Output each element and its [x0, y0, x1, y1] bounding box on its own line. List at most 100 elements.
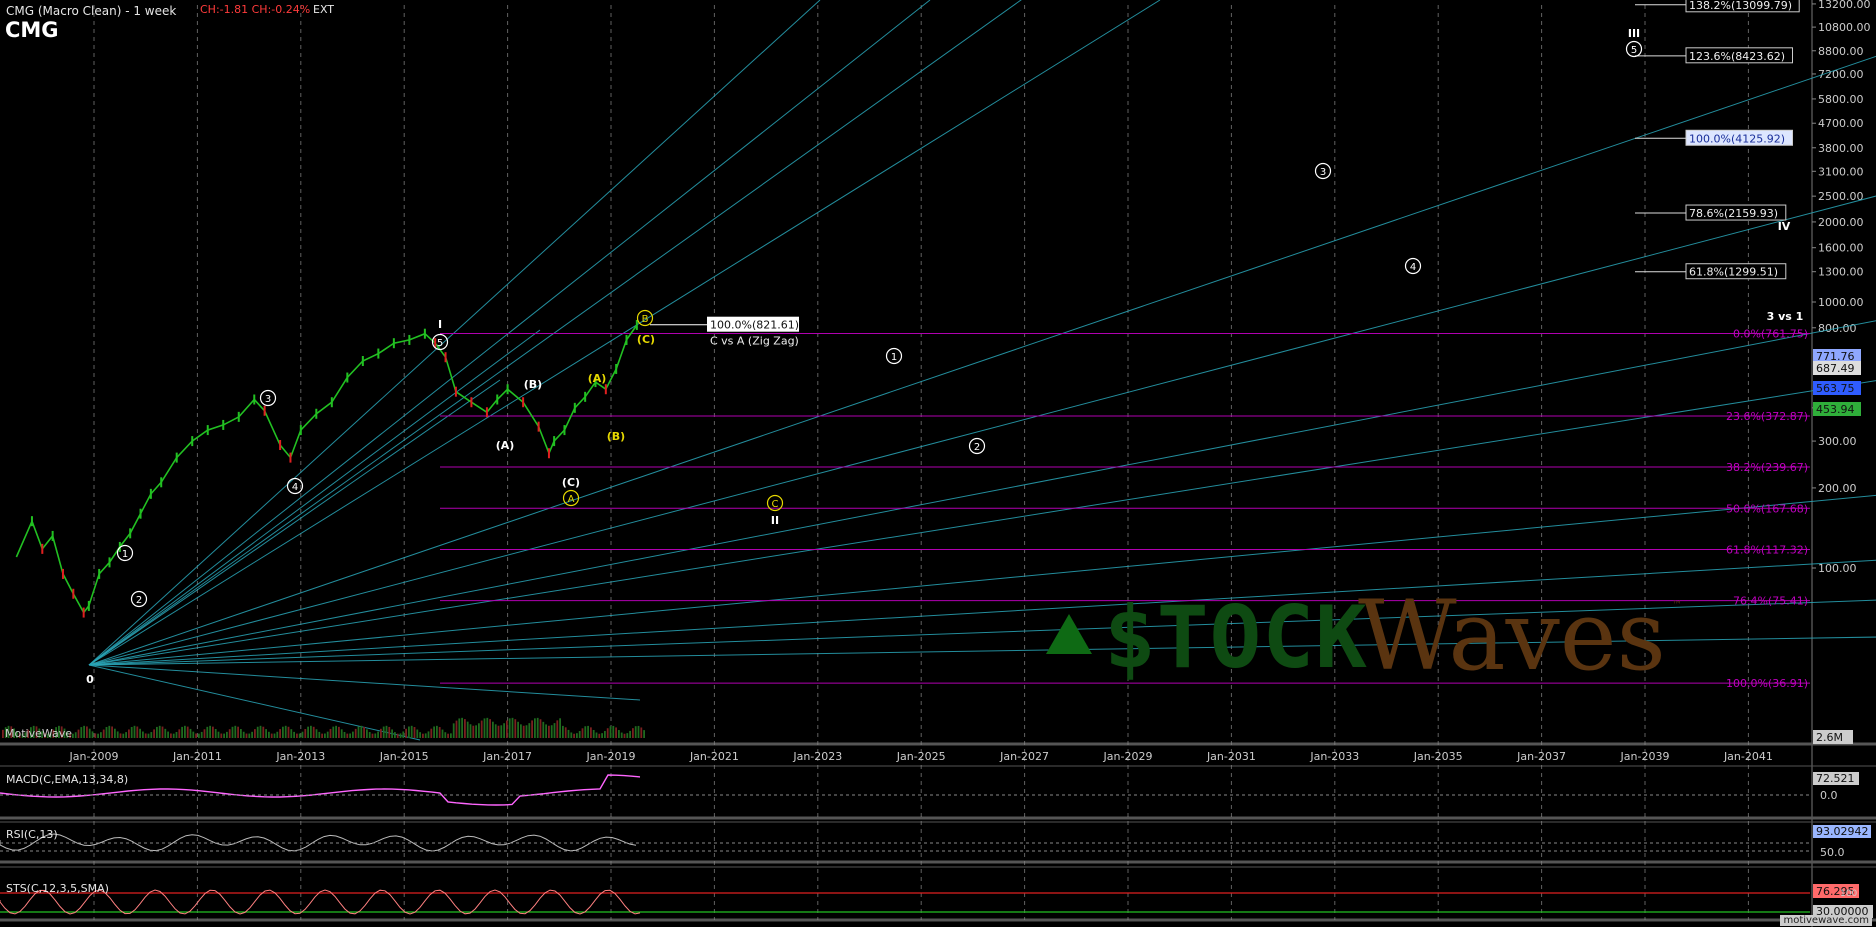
volume-bar: [486, 717, 489, 738]
target-label: 100.0%(821.61): [710, 319, 799, 332]
volume-bar: [632, 728, 634, 738]
volume-bar: [301, 731, 304, 738]
y-tick-label: 300.00: [1818, 435, 1857, 448]
y-tick-label: 200.00: [1818, 482, 1857, 495]
volume-bar: [102, 729, 105, 738]
sts-y-tick-100: 100: [1840, 889, 1857, 899]
fib-extension-label: 100.0%(4125.92): [1689, 132, 1785, 145]
wave-label: 0: [86, 673, 94, 686]
watermark-waves: Waves: [1358, 580, 1666, 692]
volume-bar: [142, 731, 144, 738]
x-tick-label: Jan-2033: [1309, 750, 1359, 763]
pattern-label: C vs A (Zig Zag): [710, 335, 799, 348]
y-tick-label: 5800.00: [1818, 93, 1864, 106]
volume-bar: [399, 733, 402, 738]
wave-label: 2: [974, 442, 980, 453]
volume-bar: [545, 724, 547, 738]
volume-bar: [475, 725, 477, 738]
volume-bar: [391, 729, 393, 738]
volume-bar: [601, 733, 603, 738]
volume-bar: [584, 726, 587, 738]
volume-bar: [643, 730, 645, 738]
volume-bar: [296, 733, 298, 738]
x-tick-label: Jan-2039: [1620, 750, 1670, 763]
volume-bar: [500, 725, 503, 738]
volume-bar: [97, 733, 99, 738]
volume-bar: [492, 721, 494, 738]
candle-mark: [537, 421, 540, 432]
volume-bar: [86, 726, 88, 738]
wave-label: 1: [891, 352, 897, 363]
candle-mark: [51, 530, 54, 541]
candle-mark: [30, 516, 33, 527]
volume-bar: [548, 725, 550, 738]
candle-mark: [222, 419, 225, 430]
macd-y-tick: 0.0: [1820, 789, 1838, 802]
volume-bar: [119, 733, 122, 738]
candle-mark: [237, 411, 240, 422]
candle-mark: [485, 407, 488, 418]
volume-bar: [254, 729, 256, 738]
macd-tag: 72.521: [1816, 772, 1855, 785]
volume-bar: [290, 729, 293, 738]
fib-retracement-label: 23.6%(372.87): [1726, 410, 1808, 423]
wave-label: 3: [1320, 167, 1326, 178]
candle-mark: [330, 397, 333, 408]
volume-bar: [256, 726, 259, 738]
volume-bar: [581, 728, 584, 738]
volume-bar: [371, 733, 374, 738]
ext-label[interactable]: EXT: [313, 3, 334, 16]
candle-mark: [563, 425, 566, 436]
volume-bar: [234, 725, 237, 738]
volume-bar: [133, 725, 136, 738]
volume-bar: [531, 720, 533, 738]
y-tick-label: 100.00: [1818, 562, 1857, 575]
volume-bar: [265, 729, 267, 738]
volume-bar: [413, 727, 416, 738]
volume-bar: [410, 725, 413, 738]
candle-mark: [496, 394, 499, 405]
volume-bar: [273, 733, 276, 738]
volume-bar: [161, 726, 164, 738]
y-tick-label: 1000.00: [1818, 296, 1864, 309]
wave-label: 2: [136, 595, 142, 606]
change-readout: CH:-1.81 CH:-0.24%: [200, 3, 311, 16]
candle-mark: [41, 543, 44, 554]
volume-bar: [326, 731, 329, 738]
candle-mark: [635, 319, 638, 330]
candle-mark: [129, 528, 132, 539]
volume-bar: [324, 733, 326, 738]
volume-bar: [164, 728, 167, 738]
candle-mark: [315, 408, 318, 419]
volume-bar: [340, 729, 343, 738]
candle-mark: [615, 363, 618, 374]
volume-bar: [245, 733, 248, 738]
watermark-tm: ™: [1672, 600, 1682, 611]
volume-bar: [637, 725, 640, 738]
rsi-panel-title: RSI(C,13): [6, 828, 58, 841]
y-tick-label: 13200.00: [1818, 0, 1871, 11]
volume-bar: [433, 726, 435, 738]
volume-bar: [268, 731, 270, 738]
fib-retracement-label: 61.8%(117.32): [1726, 544, 1808, 557]
volume-bar: [444, 732, 447, 738]
volume-bar: [522, 725, 525, 738]
volume-bar: [458, 718, 461, 738]
volume-bar: [483, 718, 486, 738]
wave-label: (C): [562, 476, 580, 489]
volume-bar: [203, 729, 206, 738]
y-tick-label: 1300.00: [1818, 266, 1864, 279]
watermark-stock: $TOCK: [1104, 588, 1368, 688]
volume-bar: [461, 717, 463, 738]
volume-bar: [517, 721, 519, 738]
candle-mark: [573, 402, 576, 413]
volume-bar: [170, 733, 172, 738]
fib-retracement-label: 100.0%(36.91): [1726, 677, 1808, 690]
candle-mark: [149, 488, 152, 499]
volume-bar: [195, 733, 197, 738]
volume-bar: [604, 730, 606, 738]
volume-bar: [209, 725, 211, 738]
wave-label: 3: [265, 394, 271, 405]
fib-extension-label: 61.8%(1299.51): [1689, 266, 1778, 279]
y-tick-label: 7200.00: [1818, 68, 1864, 81]
